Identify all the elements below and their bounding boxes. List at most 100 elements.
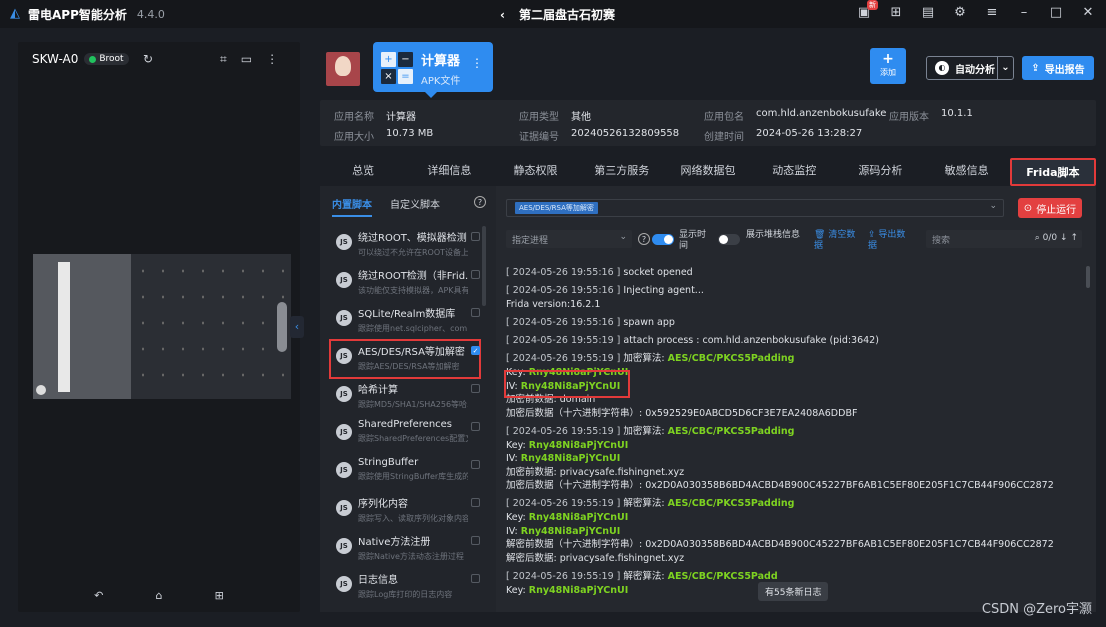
tab-source[interactable]: 源码分析 <box>837 158 923 186</box>
screen-side-handle[interactable] <box>277 302 287 352</box>
nav-recents-icon[interactable]: ⊞ <box>215 589 224 602</box>
chevron-down-icon[interactable]: ⌄ <box>997 57 1013 79</box>
user-avatar[interactable] <box>326 52 360 86</box>
script-checkbox[interactable] <box>471 574 480 583</box>
log-timestamp: [ 2024-05-26 19:55:19 ] <box>506 571 621 583</box>
script-checkbox[interactable] <box>471 308 480 317</box>
app-info-panel: 应用名称 计算器 应用大小 10.73 MB 应用类型 其他 证据编号 20240526… <box>320 100 1096 146</box>
auto-analyze-button[interactable]: ◐ 自动分析 ⌄ <box>926 56 1014 80</box>
device-screen[interactable] <box>33 254 291 399</box>
js-icon: JS <box>336 272 352 288</box>
script-checkbox[interactable] <box>471 536 480 545</box>
info-key: 应用类型 <box>519 112 559 123</box>
script-item[interactable]: JS 绕过ROOT检测（非Frid... 该功能仅支持模拟器，APK具有... <box>330 264 480 302</box>
log-line: 加密后数据（十六进制字符串）: 0x2D0A030358B6BD4ACBD4B9… <box>506 479 1078 493</box>
more-vertical-icon[interactable]: ⋮ <box>266 52 278 67</box>
stop-button[interactable]: ⊙ 停止运行 <box>1018 198 1082 218</box>
script-name: AES/DES/RSA等加解密 <box>358 347 465 358</box>
tab-permissions[interactable]: 静态权限 <box>492 158 578 186</box>
monitor-icon[interactable]: ▤ <box>920 5 936 20</box>
nav-back-icon[interactable]: ↶ <box>94 589 103 602</box>
script-checkbox[interactable] <box>471 232 480 241</box>
script-list-scrollbar[interactable] <box>482 226 486 306</box>
root-badge: Broot <box>84 53 129 65</box>
script-name: SQLite/Realm数据库 <box>358 309 456 320</box>
log-scrollbar[interactable] <box>1086 266 1090 288</box>
app-card-subtitle: APK文件 <box>421 76 461 87</box>
nav-home-icon[interactable]: ⌂ <box>156 589 163 602</box>
script-checkbox[interactable] <box>471 460 480 469</box>
script-item[interactable]: JS 绕过ROOT、模拟器检测 可以绕过不允许在ROOT设备上... <box>330 226 480 264</box>
script-item[interactable]: JS SharedPreferences 跟踪SharedPreferences配置… <box>330 416 480 454</box>
export-report-button[interactable]: ⇪ 导出报告 <box>1022 56 1094 80</box>
settings-icon[interactable]: ⚙ <box>952 5 968 20</box>
log-line: 解密前数据（十六进制字符串）: 0x2D0A030358B6BD4ACBD4B9… <box>506 538 1078 552</box>
log-text: 解密算法: <box>623 498 665 510</box>
script-checkbox[interactable] <box>471 498 480 507</box>
log-line: Key: Rny48Ni8aPjYCnUI <box>506 439 1078 453</box>
script-item[interactable]: JS 哈希计算 跟踪MD5/SHA1/SHA256等哈... <box>330 378 480 416</box>
script-item[interactable]: JS 序列化内容 跟踪写入、读取序列化对象内容 <box>330 492 480 530</box>
info-value: 20240526132809558 <box>571 128 680 139</box>
log-highlight: Rny48Ni8aPjYCnUI <box>528 439 629 451</box>
script-item[interactable]: JS Native方法注册 跟踪Native方法动态注册过程 <box>330 530 480 568</box>
log-timestamp: [ 2024-05-26 19:55:19 ] <box>506 425 621 437</box>
tab-frida[interactable]: Frida脚本 <box>1009 158 1097 186</box>
tab-network[interactable]: 网络数据包 <box>665 158 751 186</box>
trash-icon: 🗑 <box>814 230 826 240</box>
show-time-toggle[interactable] <box>652 234 674 245</box>
back-icon[interactable]: ‹ <box>500 8 505 22</box>
script-desc: 该功能仅支持模拟器，APK具有... <box>358 286 468 295</box>
app-version: 4.4.0 <box>136 7 165 21</box>
tab-overview[interactable]: 总览 <box>320 158 406 186</box>
clear-data-button[interactable]: 🗑 清空数据 <box>814 230 858 252</box>
script-item[interactable]: JS AES/DES/RSA等加解密 跟踪AES/DES/RSA等加解密 ✓ <box>329 339 481 379</box>
tab-custom-scripts[interactable]: 自定义脚本 <box>390 196 440 217</box>
new-logs-badge[interactable]: 有55条新日志 <box>758 582 829 601</box>
script-checkbox[interactable]: ✓ <box>471 346 480 355</box>
calc-key-equals-icon: = <box>398 69 413 84</box>
tab-dynamic[interactable]: 动态监控 <box>751 158 837 186</box>
tab-details[interactable]: 详细信息 <box>406 158 492 186</box>
search-input[interactable]: 搜索 ⌕ 0/0 ↓ ↑ <box>926 230 1082 248</box>
device-name: SKW-A0 <box>32 52 79 66</box>
upload-icon: ⇪ <box>868 230 876 240</box>
log-text: Key: <box>506 439 526 451</box>
app-card[interactable]: + − × = 计算器 APK文件 ⋮ <box>373 42 493 98</box>
script-checkbox[interactable] <box>471 270 480 279</box>
toolbox-icon[interactable]: ⊞ <box>888 5 904 20</box>
collapse-panel-button[interactable]: ‹ <box>290 316 304 338</box>
script-item[interactable]: JS 日志信息 跟踪Log库打印的日志内容 <box>330 568 480 606</box>
maximize-icon[interactable]: □ <box>1048 5 1064 20</box>
script-item[interactable]: JS SQLite/Realm数据库跟踪使用net.sqlcipher、com.t… <box>330 302 480 340</box>
arrow-down-icon[interactable]: ↓ <box>1060 233 1068 243</box>
search-icon[interactable]: ⌕ <box>1035 233 1040 243</box>
menu-icon[interactable]: ≡ <box>984 5 1000 20</box>
tab-third-party[interactable]: 第三方服务 <box>579 158 665 186</box>
add-button[interactable]: + 添加 <box>870 48 906 84</box>
show-stack-toggle[interactable] <box>718 234 740 245</box>
js-icon: JS <box>336 310 352 326</box>
help-icon[interactable]: ? <box>474 196 486 208</box>
log-highlight: Rny48Ni8aPjYCnUI <box>520 453 621 465</box>
script-checkbox[interactable] <box>471 422 480 431</box>
arrow-up-icon[interactable]: ↑ <box>1070 233 1078 243</box>
tab-sensitive[interactable]: 敏感信息 <box>924 158 1010 186</box>
export-data-button[interactable]: ⇪ 导出数据 <box>868 230 912 252</box>
minimize-icon[interactable]: – <box>1016 5 1032 20</box>
record-icon[interactable]: ▭ <box>241 52 252 67</box>
script-select[interactable]: AES/DES/RSA等加解密 ⌄ <box>506 199 1004 217</box>
crop-icon[interactable]: ⌗ <box>220 52 227 67</box>
tab-builtin-scripts[interactable]: 内置脚本 <box>332 196 372 217</box>
help-icon[interactable]: ? <box>638 233 650 245</box>
close-icon[interactable]: ✕ <box>1080 5 1096 20</box>
news-icon[interactable]: ▣ 新 <box>856 0 878 20</box>
script-checkbox[interactable] <box>471 384 480 393</box>
refresh-icon[interactable]: ↻ <box>143 52 153 66</box>
script-item[interactable]: JS StringBuffer 跟踪使用StringBuffer库生成的... <box>330 454 480 492</box>
device-panel: SKW-A0 Broot ↻ ⌗ ▭ ⋮ ↶ ⌂ ⊞ <box>18 42 300 612</box>
log-line: [ 2024-05-26 19:55:19 ] attach process :… <box>506 334 1078 348</box>
process-select[interactable]: 指定进程 ⌄ <box>506 230 632 248</box>
more-vertical-icon[interactable]: ⋮ <box>471 56 483 70</box>
script-name: 日志信息 <box>358 575 398 586</box>
